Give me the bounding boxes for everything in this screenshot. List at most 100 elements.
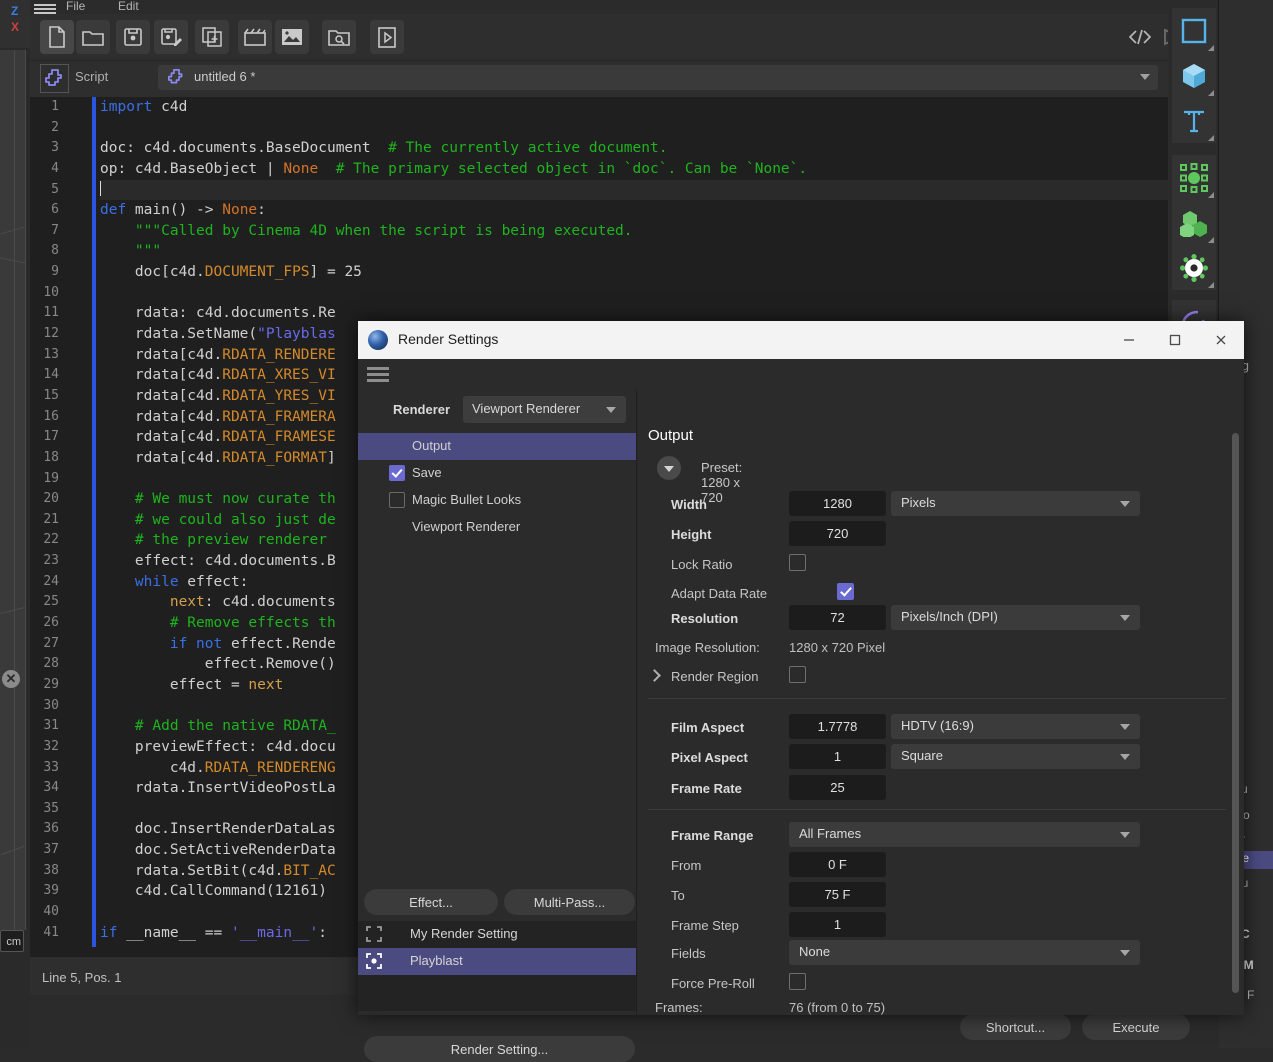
shortcut-button[interactable]: Shortcut...	[960, 1014, 1071, 1040]
field-fields: Fields None	[637, 939, 1244, 969]
field-render-region: Render Region	[637, 662, 1244, 692]
film-aspect-input[interactable]: 1.7778	[789, 714, 886, 739]
preset-item-playblast[interactable]: Playblast	[358, 948, 636, 975]
nav-item-output[interactable]: Output	[358, 433, 636, 460]
to-input[interactable]: 75 F	[789, 882, 886, 907]
nav-item-viewport-renderer[interactable]: Viewport Renderer	[358, 514, 636, 541]
field-label: Height	[671, 527, 711, 542]
render-settings-dialog: Render Settings Renderer Viewport Render…	[358, 321, 1244, 1015]
film-aspect-select[interactable]: HDTV (16:9)	[891, 714, 1140, 739]
dialog-title-bar[interactable]: Render Settings	[358, 321, 1244, 359]
new-document-icon[interactable]	[40, 20, 74, 54]
film-aspect-value: HDTV (16:9)	[901, 718, 974, 733]
menu-item-file[interactable]: File	[66, 0, 85, 13]
from-input[interactable]: 0 F	[789, 852, 886, 877]
frame-range-value: All Frames	[799, 826, 861, 841]
clapperboard-icon[interactable]	[238, 20, 272, 54]
pixel-aspect-input[interactable]: 1	[789, 744, 886, 769]
field-label: From	[671, 858, 701, 873]
chevron-down-icon	[1120, 615, 1130, 621]
frame-rate-input[interactable]: 25	[789, 775, 886, 800]
viewport-unit-field[interactable]: cm	[0, 930, 24, 952]
panel-label-f[interactable]: F	[1247, 988, 1273, 1002]
renderer-value: Viewport Renderer	[472, 401, 580, 416]
frame-step-input[interactable]: 1	[789, 912, 886, 937]
field-from: From 0 F	[637, 851, 1244, 881]
viewport-canvas[interactable]	[0, 50, 26, 930]
execute-button[interactable]: Execute	[1082, 1014, 1190, 1040]
width-input[interactable]: 1280	[789, 491, 886, 516]
code-line	[100, 118, 1170, 139]
save-as-icon[interactable]	[154, 20, 188, 54]
nav-item-magic-bullet-looks[interactable]: Magic Bullet Looks	[358, 487, 636, 514]
cube-icon[interactable]	[1172, 53, 1216, 98]
resolution-unit-value: Pixels/Inch (DPI)	[901, 609, 998, 624]
chevron-right-icon[interactable]	[648, 669, 661, 682]
height-input[interactable]: 720	[789, 521, 886, 546]
renderer-select[interactable]: Viewport Renderer	[463, 396, 626, 423]
render-region-checkbox[interactable]	[789, 666, 806, 683]
preset-label: My Render Setting	[410, 926, 518, 941]
multipass-button[interactable]: Multi-Pass...	[504, 889, 635, 915]
render-setting-button[interactable]: Render Setting...	[364, 1036, 635, 1062]
nav-item-save[interactable]: Save	[358, 460, 636, 487]
resolution-input[interactable]: 72	[789, 605, 886, 630]
maximize-icon[interactable]	[1152, 321, 1198, 359]
menu-bar: File Edit	[30, 0, 1170, 14]
frame-range-select[interactable]: All Frames	[789, 822, 1140, 847]
chevron-down-icon	[1120, 724, 1130, 730]
field-resolution: Resolution 72 Pixels/Inch (DPI)	[637, 604, 1244, 634]
open-folder-icon[interactable]	[76, 20, 110, 54]
run-script-icon[interactable]	[370, 20, 404, 54]
viewport-axis-gizmo: Z X	[0, 0, 30, 48]
dialog-body: Renderer Viewport Renderer Output Save M…	[358, 359, 1244, 1015]
save-icon[interactable]	[116, 20, 150, 54]
hamburger-menu-icon[interactable]	[367, 367, 389, 383]
field-label: To	[671, 888, 685, 903]
point-selection-icon[interactable]	[1172, 155, 1216, 200]
hamburger-menu-icon[interactable]	[34, 4, 56, 10]
fields-select[interactable]: None	[789, 940, 1140, 965]
divider	[648, 809, 1226, 810]
code-line: """	[100, 241, 1170, 262]
rail-group-modifiers	[1172, 155, 1216, 290]
field-label: Frame Step	[671, 918, 739, 933]
field-frames: Frames: 76 (from 0 to 75)	[637, 993, 1244, 1015]
python-icon[interactable]	[40, 64, 69, 93]
field-label: Frame Rate	[671, 781, 742, 796]
menu-item-edit[interactable]: Edit	[118, 0, 139, 13]
minimize-icon[interactable]	[1106, 321, 1152, 359]
field-to: To 75 F	[637, 881, 1244, 911]
chevron-down-icon	[1120, 754, 1130, 760]
image-icon[interactable]	[275, 20, 309, 54]
code-icon[interactable]	[1123, 20, 1157, 54]
axis-x-label: X	[11, 20, 19, 34]
preset-item-my-render-setting[interactable]: My Render Setting	[358, 921, 636, 948]
resolution-unit-select[interactable]: Pixels/Inch (DPI)	[891, 605, 1140, 630]
close-icon[interactable]	[1198, 321, 1244, 359]
script-label: Script	[75, 69, 108, 84]
chevron-down-icon[interactable]	[1140, 74, 1150, 80]
triangle-down-icon[interactable]	[657, 456, 681, 480]
text-tool-icon[interactable]	[1172, 98, 1216, 143]
close-circle-icon[interactable]: ✕	[2, 670, 20, 688]
output-settings-panel: Output Preset: 1280 x 720 Width 1280 Pix…	[637, 391, 1244, 1015]
gear-green-icon[interactable]	[1172, 245, 1216, 290]
width-unit-select[interactable]: Pixels	[891, 491, 1140, 516]
field-label: Width	[671, 497, 707, 512]
duplicate-add-icon[interactable]	[195, 20, 229, 54]
field-label: Frame Range	[671, 828, 753, 843]
effect-button[interactable]: Effect...	[364, 889, 498, 915]
adapt-data-rate-checkbox[interactable]	[837, 583, 854, 600]
square-outline-icon[interactable]	[1172, 8, 1216, 53]
lock-ratio-checkbox[interactable]	[789, 554, 806, 571]
field-frame-step: Frame Step 1	[637, 911, 1244, 941]
cloner-icon[interactable]	[1172, 200, 1216, 245]
field-frame-range: Frame Range All Frames	[637, 821, 1244, 851]
script-tab-dropdown[interactable]: untitled 6 *	[158, 65, 1158, 90]
folder-search-icon[interactable]	[322, 20, 356, 54]
pixel-aspect-select[interactable]: Square	[891, 744, 1140, 769]
force-pre-roll-checkbox[interactable]	[789, 973, 806, 990]
save-checkbox[interactable]	[389, 465, 405, 481]
magic-bullet-looks-checkbox[interactable]	[389, 492, 405, 508]
